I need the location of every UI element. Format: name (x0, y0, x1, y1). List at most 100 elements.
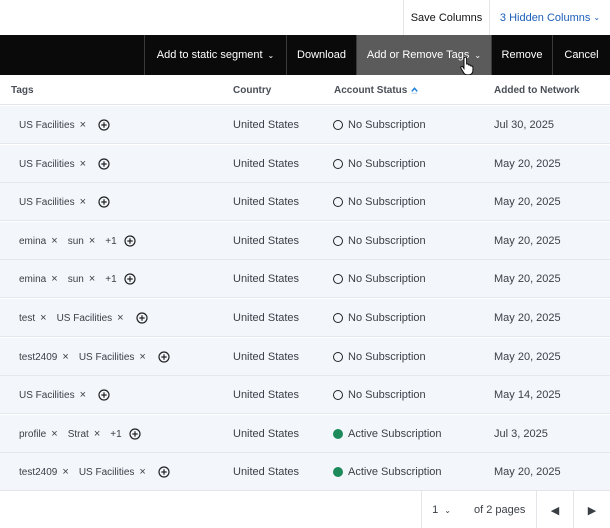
close-icon[interactable]: × (40, 312, 46, 324)
plus-circle-icon[interactable] (158, 466, 170, 478)
column-header-country[interactable]: Country (233, 75, 271, 105)
status-label: No Subscription (348, 312, 426, 324)
column-header-added-to-network[interactable]: Added to Network (494, 75, 580, 105)
tags-cell: test × US Facilities × (19, 299, 148, 337)
add-to-static-segment-button[interactable]: Add to static segment ⌄ (144, 35, 286, 75)
plus-circle-icon[interactable] (98, 158, 110, 170)
added-date-cell: May 20, 2025 (494, 196, 561, 208)
close-icon[interactable]: × (51, 273, 57, 285)
chevron-down-icon: ⌄ (474, 50, 482, 60)
close-icon[interactable]: × (80, 119, 86, 131)
added-date-cell: Jul 30, 2025 (494, 119, 554, 131)
tag-chip: emina × (19, 235, 58, 247)
tags-cell: US Facilities × (19, 183, 110, 221)
download-button[interactable]: Download (286, 35, 356, 75)
tags-cell: test2409 × US Facilities × (19, 338, 170, 376)
inactive-status-ring-icon (333, 197, 343, 207)
country-cell: United States (233, 428, 300, 440)
tag-label: sun (67, 273, 84, 285)
added-date-cell: May 20, 2025 (494, 235, 561, 247)
page-count: of 2 pages (474, 491, 525, 528)
status-label: No Subscription (348, 196, 426, 208)
tag-label: US Facilities (56, 312, 113, 324)
inactive-status-ring-icon (333, 159, 343, 169)
country-cell: United States (233, 466, 300, 478)
close-icon[interactable]: × (62, 466, 68, 478)
table-row[interactable]: test2409 × US Facilities × United States Acti… (0, 453, 610, 491)
plus-circle-icon[interactable] (98, 119, 110, 131)
country-cell: United States (233, 351, 300, 363)
tag-chip: sun × (68, 235, 96, 247)
column-header-account-status[interactable]: Account Status (334, 75, 419, 105)
close-icon[interactable]: × (51, 235, 57, 247)
previous-page-button[interactable]: ◀ (536, 491, 573, 528)
table-row[interactable]: US Facilities × United States No Subscripti… (0, 376, 610, 414)
close-icon[interactable]: × (139, 351, 145, 363)
table-row[interactable]: emina × sun × +1 United States No Subscription… (0, 260, 610, 298)
close-icon[interactable]: × (139, 466, 145, 478)
plus-circle-icon[interactable] (158, 351, 170, 363)
table-row[interactable]: US Facilities × United States No Subscripti… (0, 183, 610, 221)
cancel-label: Cancel (564, 49, 599, 61)
page-select[interactable]: 1 ⌄ (421, 491, 461, 528)
plus-circle-icon[interactable] (124, 273, 136, 285)
save-columns-button[interactable]: Save Columns (403, 0, 489, 35)
account-status-cell: No Subscription (333, 260, 426, 298)
account-status-cell: No Subscription (333, 299, 426, 337)
remove-button[interactable]: Remove (491, 35, 552, 75)
added-date-cell: May 20, 2025 (494, 351, 561, 363)
close-icon[interactable]: × (62, 351, 68, 363)
close-icon[interactable]: × (80, 389, 86, 401)
caret-left-icon: ◀ (550, 504, 560, 517)
tag-label: test2409 (19, 466, 58, 478)
table-row[interactable]: profile × Strat × +1 United States Active Subs… (0, 415, 610, 453)
table-row[interactable]: US Facilities × United States No Subscripti… (0, 145, 610, 183)
more-tags-count[interactable]: +1 (105, 274, 116, 285)
add-remove-tags-label: Add or Remove Tags (366, 49, 470, 61)
close-icon[interactable]: × (89, 235, 95, 247)
plus-circle-icon[interactable] (98, 196, 110, 208)
hand-cursor-icon (460, 57, 474, 75)
table-row[interactable]: emina × sun × +1 United States No Subscription… (0, 222, 610, 260)
inactive-status-ring-icon (333, 352, 343, 362)
plus-circle-icon[interactable] (98, 389, 110, 401)
table-row[interactable]: US Facilities × United States No Subscripti… (0, 106, 610, 144)
tag-label: emina (19, 273, 47, 285)
table-row[interactable]: test2409 × US Facilities × United States No S… (0, 338, 610, 376)
plus-circle-icon[interactable] (135, 312, 148, 324)
close-icon[interactable]: × (80, 196, 86, 208)
inactive-status-ring-icon (333, 274, 343, 284)
tag-label: Strat (67, 428, 89, 440)
more-tags-count[interactable]: +1 (110, 429, 121, 440)
next-page-button[interactable]: ▶ (573, 491, 610, 528)
hidden-columns-label: 3 Hidden Columns (499, 11, 591, 24)
close-icon[interactable]: × (51, 428, 57, 440)
close-icon[interactable]: × (94, 428, 100, 440)
cancel-button[interactable]: Cancel (552, 35, 610, 75)
tags-cell: profile × Strat × +1 (19, 415, 141, 453)
plus-circle-icon[interactable] (124, 235, 136, 247)
tags-cell: US Facilities × (19, 106, 110, 144)
active-status-dot-icon (333, 429, 343, 439)
status-label: No Subscription (348, 119, 426, 131)
column-header-added-label: Added to Network (494, 84, 580, 96)
more-tags-count[interactable]: +1 (105, 236, 116, 247)
hidden-columns-dropdown[interactable]: 3 Hidden Columns ⌄ (489, 0, 610, 35)
close-icon[interactable]: × (117, 312, 123, 324)
tag-label: US Facilities (78, 466, 135, 478)
chevron-down-icon: ⌄ (267, 50, 275, 60)
plus-circle-icon[interactable] (129, 428, 141, 440)
caret-right-icon: ▶ (587, 504, 597, 517)
added-date-cell: May 20, 2025 (494, 273, 561, 285)
inactive-status-ring-icon (333, 120, 343, 130)
bulk-action-bar: Add to static segment ⌄ Download Add or … (0, 35, 610, 75)
close-icon[interactable]: × (89, 273, 95, 285)
tag-label: US Facilities (19, 196, 75, 208)
column-header-tags[interactable]: Tags (11, 75, 34, 105)
country-cell: United States (233, 273, 300, 285)
close-icon[interactable]: × (80, 158, 86, 170)
table-row[interactable]: test × US Facilities × United States No Subsc… (0, 299, 610, 337)
status-label: No Subscription (348, 273, 426, 285)
sort-ascending-icon[interactable] (410, 86, 419, 95)
status-label: No Subscription (348, 351, 426, 363)
